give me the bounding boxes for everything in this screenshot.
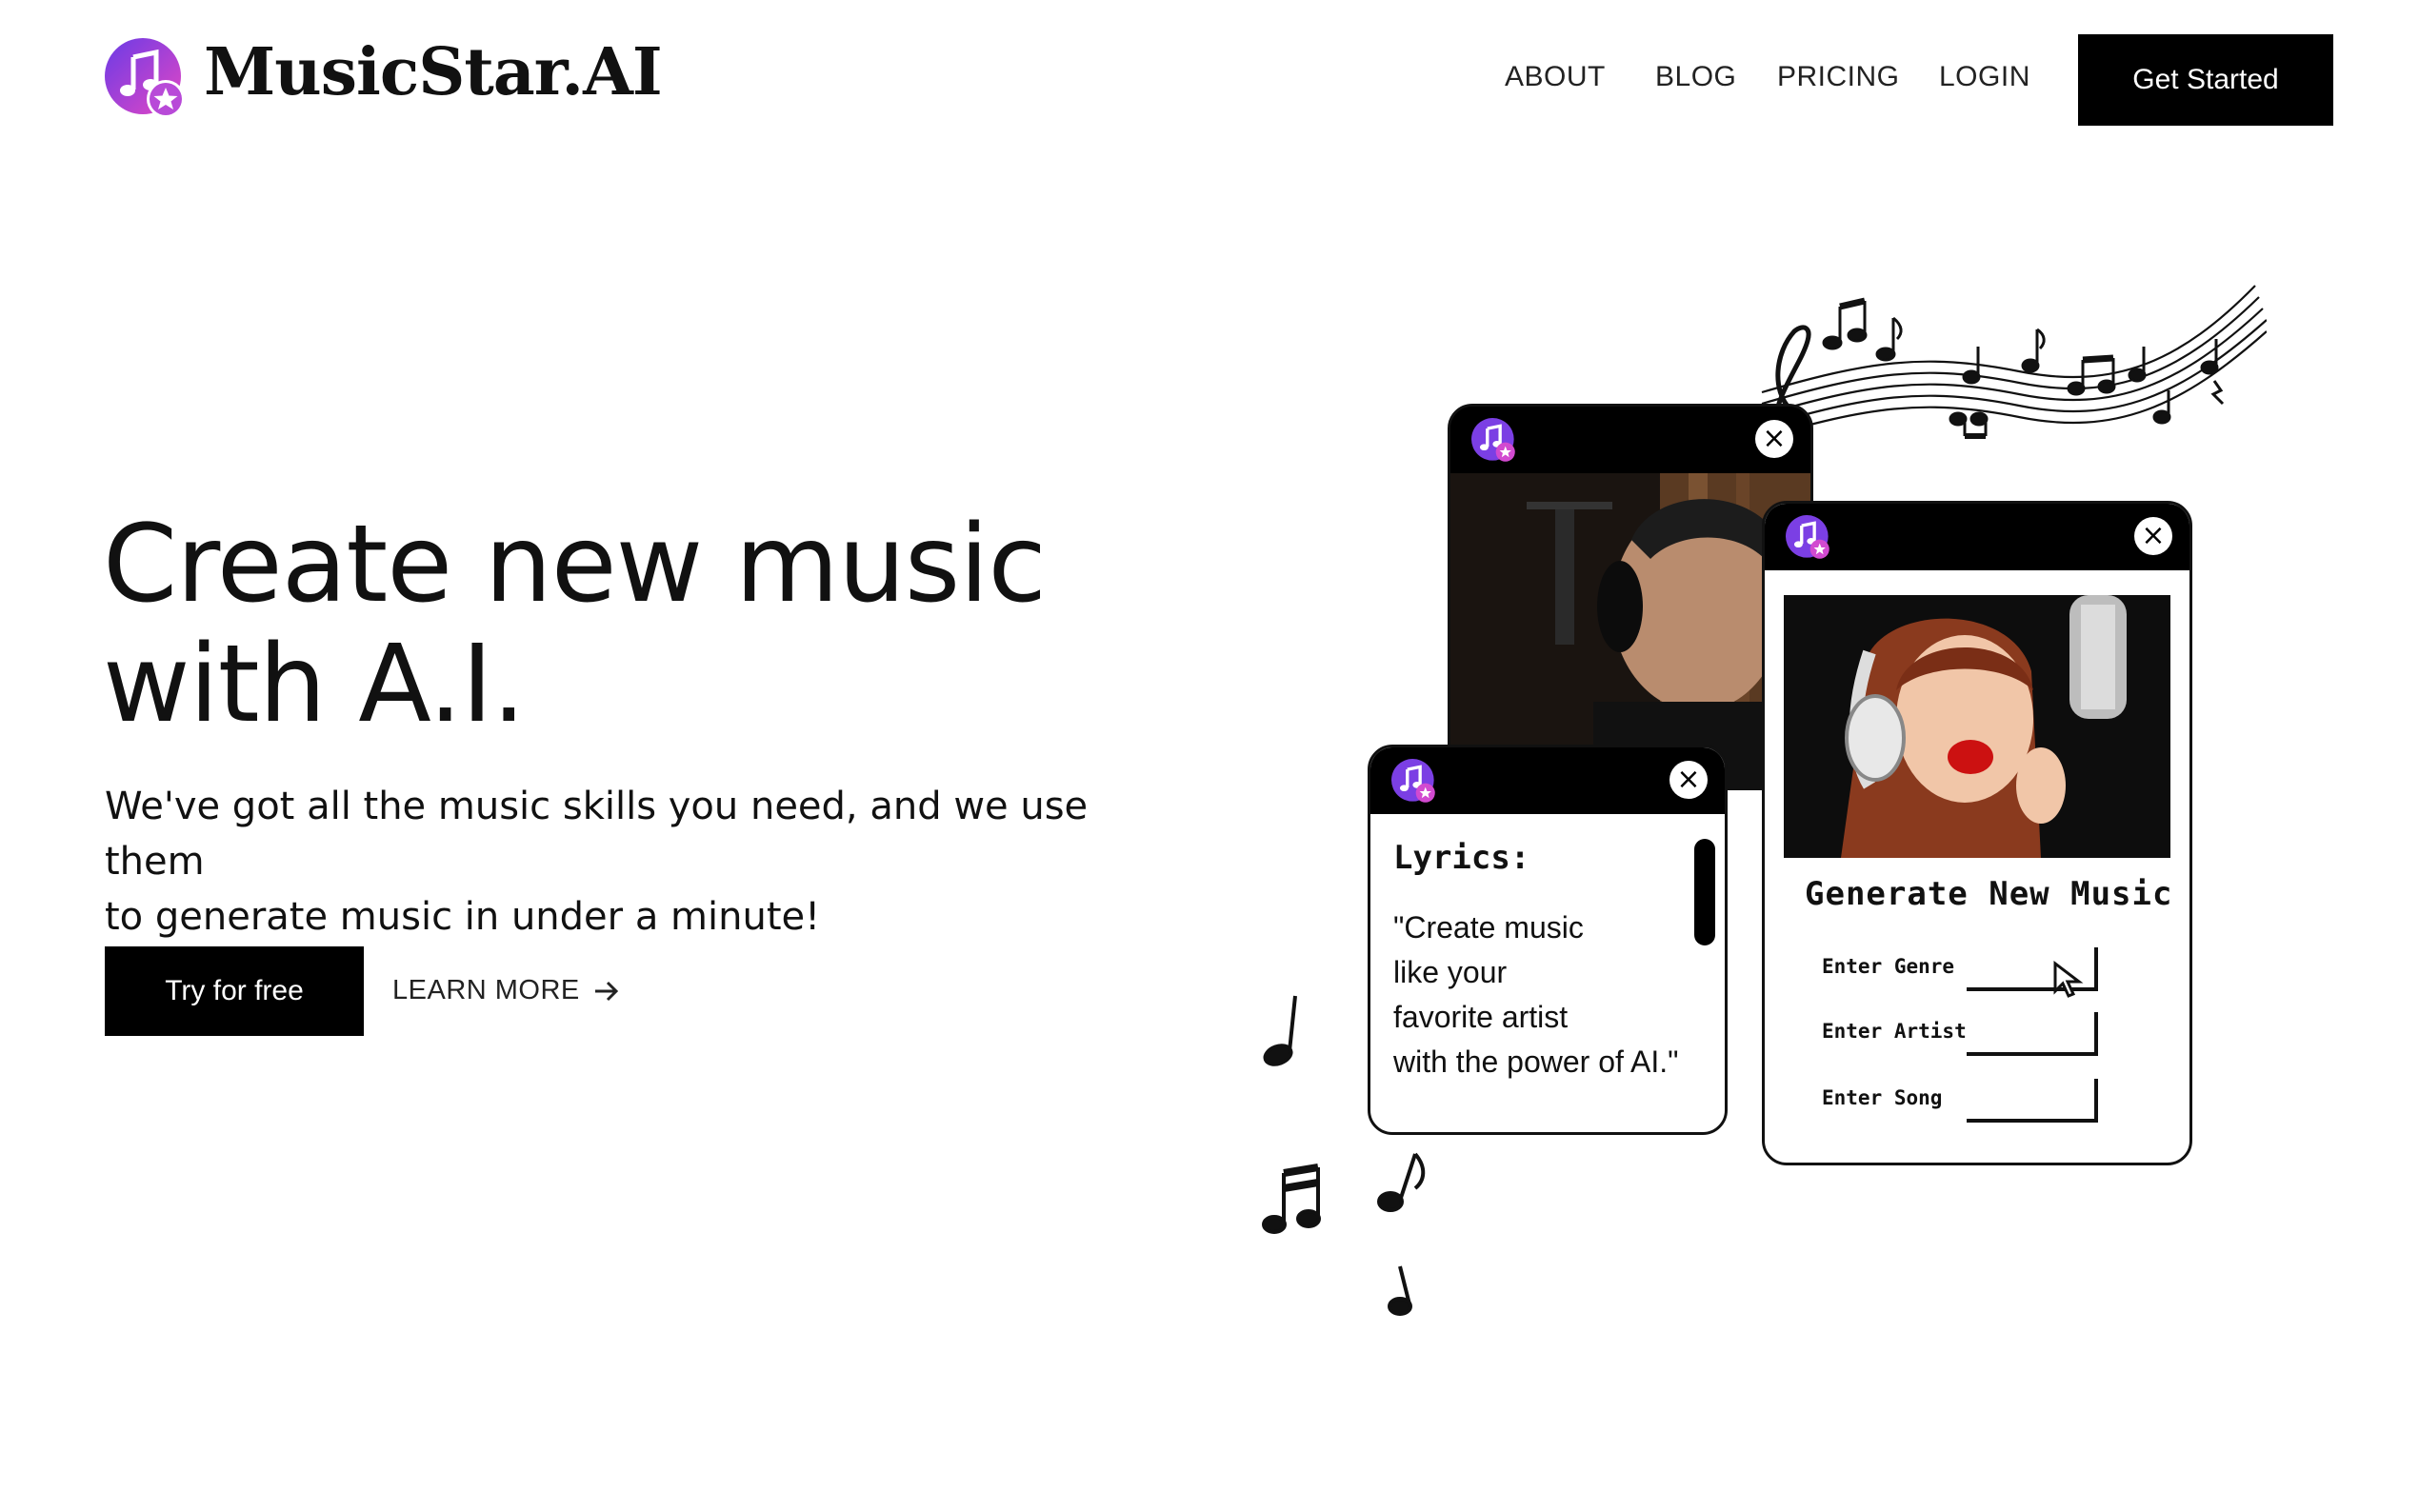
nav-login[interactable]: LOGIN bbox=[1939, 61, 2030, 93]
hero-subtitle: We've got all the music skills you need,… bbox=[105, 779, 1190, 945]
arrow-right-icon bbox=[594, 981, 618, 1001]
headline-line-1: Create new music bbox=[103, 503, 1047, 627]
card-titlebar: × bbox=[1450, 407, 1810, 473]
nav-pricing[interactable]: PRICING bbox=[1777, 61, 1900, 93]
music-notes-icon bbox=[1262, 995, 1426, 1316]
music-star-logo-icon[interactable] bbox=[105, 38, 187, 120]
song-label: Enter Song bbox=[1822, 1086, 1943, 1109]
hero-headline: Create new music with A.I. bbox=[103, 505, 1246, 745]
music-star-logo-icon bbox=[1391, 759, 1435, 803]
learn-more-label: LEARN MORE bbox=[392, 975, 580, 1005]
genre-label: Enter Genre bbox=[1822, 955, 1955, 978]
song-input[interactable] bbox=[1967, 1079, 2098, 1123]
female-singer-image bbox=[1784, 595, 2170, 858]
card-titlebar: × bbox=[1370, 747, 1725, 814]
headline-line-2: with A.I. bbox=[103, 623, 526, 746]
card-titlebar: × bbox=[1765, 504, 2189, 570]
close-icon[interactable]: × bbox=[2134, 517, 2172, 555]
cursor-icon bbox=[2053, 961, 2084, 998]
male-singer-image bbox=[1450, 473, 1810, 787]
singer-photo-card: × bbox=[1448, 404, 1813, 790]
close-icon[interactable]: × bbox=[1755, 420, 1793, 458]
nav-about[interactable]: ABOUT bbox=[1505, 61, 1606, 93]
scrollbar[interactable] bbox=[1694, 839, 1715, 945]
music-star-logo-icon bbox=[1786, 515, 1829, 559]
nav-blog[interactable]: BLOG bbox=[1655, 61, 1736, 93]
music-star-logo-icon bbox=[1471, 418, 1515, 462]
subtitle-line-1: We've got all the music skills you need,… bbox=[105, 785, 1089, 884]
lyrics-title: Lyrics: bbox=[1393, 839, 1530, 877]
learn-more-link[interactable]: LEARN MORE bbox=[392, 975, 620, 1006]
artist-input[interactable] bbox=[1967, 1012, 2098, 1056]
try-for-free-button[interactable]: Try for free bbox=[105, 946, 364, 1036]
brand-name[interactable]: MusicStar.AI bbox=[204, 34, 663, 110]
generate-music-card: × Generate New Music Enter Genre Enter A… bbox=[1762, 501, 2192, 1165]
get-started-button[interactable]: Get Started bbox=[2078, 34, 2333, 126]
music-staff-decoration bbox=[1761, 285, 2267, 455]
close-icon[interactable]: × bbox=[1669, 761, 1708, 799]
generate-title: Generate New Music bbox=[1805, 875, 2173, 913]
subtitle-line-2: to generate music in under a minute! bbox=[105, 895, 821, 939]
artist-label: Enter Artist bbox=[1822, 1020, 1967, 1043]
